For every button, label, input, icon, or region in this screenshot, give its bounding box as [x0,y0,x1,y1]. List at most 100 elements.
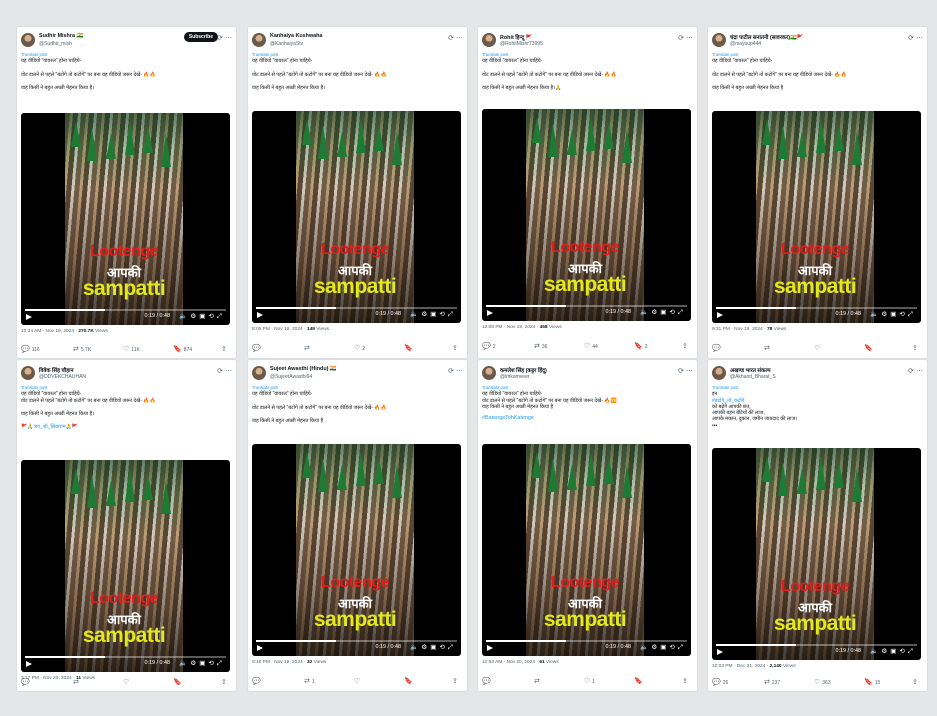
volume-icon[interactable]: 🔈 [179,660,190,667]
user-handle[interactable]: @RohitMishr73995 [500,41,543,47]
post-timestamp[interactable]: 10:03 PM · Dec 31, 2024 · [712,664,770,669]
like-button[interactable]: ♡ 2 [354,344,365,352]
pip-icon[interactable]: ▣ [890,311,899,318]
display-name[interactable]: विवेक सिंह चौहान [39,366,74,374]
more-icon[interactable]: ⋯ [223,35,232,42]
video-player[interactable]: Lootenge आपकी sampatti 0:19 / 0:48 🔈⚙▣⟲⤢ [712,448,921,660]
like-button[interactable]: ♡ [123,678,131,686]
more-icon[interactable]: ⋯ [223,368,232,375]
like-button[interactable]: ♡ 44 [584,342,598,350]
share-button[interactable]: ⇪ [682,342,688,350]
progress-bar[interactable] [25,656,226,658]
bookmark-button[interactable]: 🔖 [404,677,415,685]
fullscreen-icon[interactable]: ⤢ [217,660,225,667]
loop-icon[interactable]: ⟲ [669,309,677,316]
play-icon[interactable] [257,645,263,651]
volume-icon[interactable]: 🔈 [640,309,651,316]
loop-icon[interactable]: ⟲ [899,648,907,655]
video-player[interactable]: Lootenge आपकी sampatti 0:19 / 0:48 🔈⚙▣⟲⤢ [712,111,921,323]
reply-button[interactable]: 💬 [252,677,263,685]
display-name[interactable]: Sudhir Mishra 🇮🇳 [39,33,83,39]
like-button[interactable]: ♡ 11K [123,345,140,353]
fullscreen-icon[interactable]: ⤢ [908,311,916,318]
share-button[interactable]: ⇪ [452,677,458,685]
share-button[interactable]: ⇪ [912,344,918,352]
avatar[interactable] [712,366,726,380]
fullscreen-icon[interactable]: ⤢ [908,648,916,655]
reply-button[interactable]: 💬 [252,344,263,352]
share-button[interactable]: ⇪ [221,345,227,353]
progress-bar[interactable] [25,309,226,311]
display-name[interactable]: Rohit हिन्दू 🚩 [500,33,532,41]
display-name[interactable]: Kanhaiya Kushwaha [270,33,322,39]
volume-icon[interactable]: 🔈 [870,311,881,318]
pip-icon[interactable]: ▣ [199,313,208,320]
bookmark-button[interactable]: 🔖 [173,678,184,686]
pip-icon[interactable]: ▣ [890,648,899,655]
avatar[interactable] [482,366,496,380]
progress-bar[interactable] [256,307,457,309]
post-timestamp[interactable]: 9:18 PM · Nov 19, 2024 · [252,660,307,665]
more-icon[interactable]: ⋯ [684,368,693,375]
user-handle[interactable]: @KanhaiyaStv [270,41,303,47]
video-player[interactable]: Lootenge आपकी sampatti 0:19 / 0:48 🔈⚙▣⟲⤢ [21,113,230,325]
translate-post-link[interactable]: Translate post [252,52,463,57]
display-name[interactable]: कमलेश सिंह (कट्टर हिंदू) [500,366,547,374]
avatar[interactable] [482,33,496,47]
post-timestamp[interactable]: 12:08 PM · Nov 19, 2024 · [482,325,540,330]
avatar[interactable] [712,33,726,47]
like-button[interactable]: ♡ 363 [814,678,831,686]
loop-icon[interactable]: ⟲ [669,644,677,651]
share-button[interactable]: ⇪ [682,677,688,685]
translate-post-link[interactable]: Translate post [21,385,232,390]
display-name[interactable]: Sujeet Awasthi (Hindu) 🇮🇳 [270,366,337,372]
fullscreen-icon[interactable]: ⤢ [448,311,456,318]
more-icon[interactable]: ⋯ [914,368,923,375]
reply-button[interactable]: 💬 26 [712,678,728,686]
display-name[interactable]: चंद्रा पाटील सनातनी (सावरकर)🇮🇳🚩 [730,33,804,41]
video-player[interactable]: Lootenge आपकी sampatti 0:19 / 0:48 🔈⚙▣⟲⤢ [252,444,461,656]
volume-icon[interactable]: 🔈 [410,311,421,318]
bookmark-button[interactable]: 🔖 [404,344,415,352]
settings-icon[interactable]: ⚙ [190,313,199,320]
translate-post-link[interactable]: Translate post [252,385,463,390]
video-player[interactable]: Lootenge आपकी sampatti 0:19 / 0:48 🔈⚙▣⟲⤢ [482,444,691,656]
post-timestamp[interactable]: 10:34 AM · Nov 19, 2024 · [21,329,78,334]
repost-button[interactable]: ⇄ [534,677,542,685]
like-button[interactable]: ♡ [814,344,822,352]
volume-icon[interactable]: 🔈 [870,648,881,655]
post-timestamp[interactable]: 8:05 PM · Nov 19, 2024 · [252,327,307,332]
bookmark-button[interactable]: 🔖 [864,344,875,352]
reply-button[interactable]: 💬 2 [482,342,496,350]
settings-icon[interactable]: ⚙ [421,311,430,318]
reply-button[interactable]: 💬 [712,344,723,352]
settings-icon[interactable]: ⚙ [881,648,890,655]
settings-icon[interactable]: ⚙ [190,660,199,667]
translate-post-link[interactable]: Translate post [712,52,923,57]
video-player[interactable]: Lootenge आपकी sampatti 0:19 / 0:48 🔈⚙▣⟲⤢ [21,460,230,672]
like-button[interactable]: ♡ 1 [584,677,595,685]
display-name[interactable]: अखण्ड भारत संकल्प [730,366,771,374]
user-handle[interactable]: @SujeetAwasthi94 [270,374,312,380]
more-icon[interactable]: ⋯ [914,35,923,42]
repost-button[interactable]: ⇄ 1 [304,677,315,685]
play-icon[interactable] [26,314,32,320]
progress-bar[interactable] [486,305,687,307]
reply-button[interactable]: 💬 [482,677,493,685]
user-handle[interactable]: @imkamveer [500,374,530,380]
avatar[interactable] [252,33,266,47]
play-icon[interactable] [717,312,723,318]
bookmark-button[interactable]: 🔖 [634,677,645,685]
more-icon[interactable]: ⋯ [454,35,463,42]
share-button[interactable]: ⇪ [912,678,918,686]
user-handle[interactable]: @DDVEKCHAUHAN [39,374,86,380]
play-icon[interactable] [257,312,263,318]
play-icon[interactable] [487,645,493,651]
avatar[interactable] [21,366,35,380]
repost-button[interactable]: ⇄ 5.7K [73,345,91,353]
pip-icon[interactable]: ▣ [430,311,439,318]
reply-button[interactable]: 💬 116 [21,345,40,353]
bookmark-button[interactable]: 🔖 15 [864,678,880,686]
play-icon[interactable] [717,649,723,655]
subscribe-button[interactable]: Subscribe [183,32,218,42]
